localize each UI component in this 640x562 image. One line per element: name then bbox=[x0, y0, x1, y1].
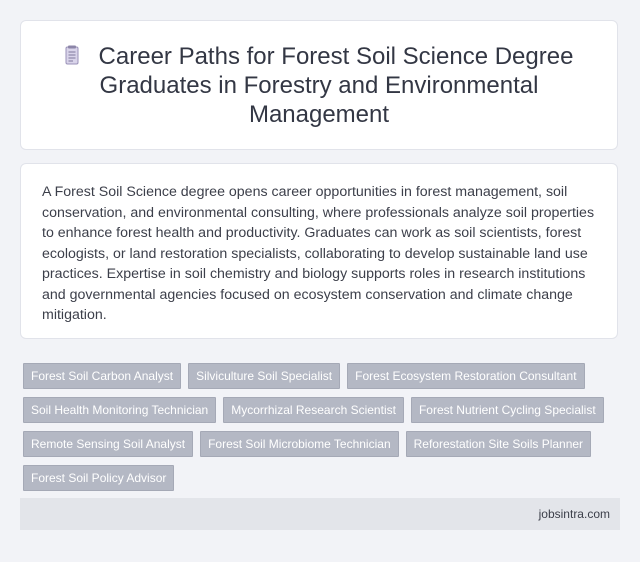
tag-item[interactable]: Mycorrhizal Research Scientist bbox=[223, 397, 404, 423]
footer-site-link[interactable]: jobsintra.com bbox=[539, 507, 610, 521]
tag-item[interactable]: Forest Soil Policy Advisor bbox=[23, 465, 175, 491]
tag-item[interactable]: Forest Soil Microbiome Technician bbox=[200, 431, 399, 457]
tag-item[interactable]: Forest Soil Carbon Analyst bbox=[23, 363, 182, 389]
tag-item[interactable]: Forest Nutrient Cycling Specialist bbox=[410, 397, 604, 423]
tag-list: Forest Soil Carbon Analyst Silviculture … bbox=[23, 363, 623, 491]
page-title-text: Career Paths for Forest Soil Science Deg… bbox=[98, 42, 574, 128]
tag-item[interactable]: Silviculture Soil Specialist bbox=[188, 363, 341, 389]
tag-item[interactable]: Remote Sensing Soil Analyst bbox=[23, 431, 194, 457]
tag-item[interactable]: Reforestation Site Soils Planner bbox=[405, 431, 592, 457]
title-card: Career Paths for Forest Soil Science Deg… bbox=[20, 20, 618, 150]
tag-item[interactable]: Soil Health Monitoring Technician bbox=[23, 397, 217, 423]
description-card: A Forest Soil Science degree opens caree… bbox=[20, 163, 618, 339]
description-text: A Forest Soil Science degree opens caree… bbox=[42, 184, 595, 323]
footer: jobsintra.com bbox=[20, 498, 620, 530]
title-wrap: Career Paths for Forest Soil Science Deg… bbox=[49, 42, 589, 129]
page-title: Career Paths for Forest Soil Science Deg… bbox=[49, 42, 589, 129]
tag-item[interactable]: Forest Ecosystem Restoration Consultant bbox=[347, 363, 585, 389]
document-icon bbox=[65, 43, 79, 64]
